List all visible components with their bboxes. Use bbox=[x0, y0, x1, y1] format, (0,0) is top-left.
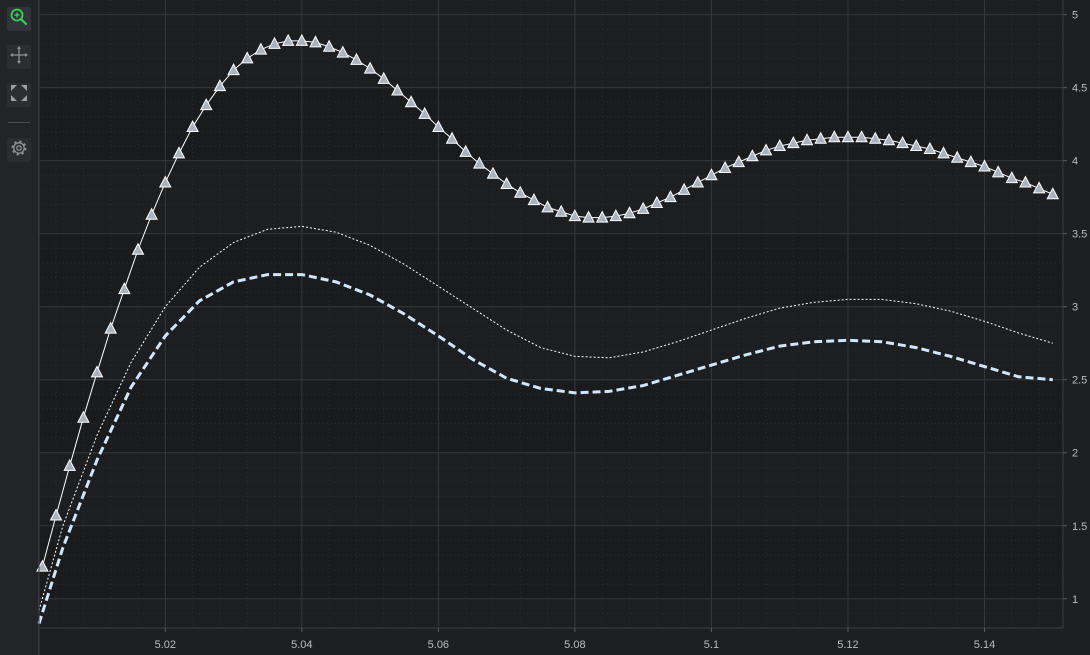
y-tick-label: 1 bbox=[1072, 594, 1078, 606]
y-tick-label: 3 bbox=[1072, 302, 1078, 314]
x-tick-label: 5.06 bbox=[428, 639, 449, 651]
y-tick-label: 3.5 bbox=[1072, 229, 1087, 241]
y-tick-label: 1.5 bbox=[1072, 521, 1087, 533]
plot-bands bbox=[39, 0, 1063, 628]
x-tick-label: 5.08 bbox=[564, 639, 585, 651]
x-tick-label: 5.02 bbox=[155, 639, 176, 651]
y-tick-label: 2.5 bbox=[1072, 375, 1087, 387]
y-tick-label: 5 bbox=[1072, 10, 1078, 22]
x-tick-label: 5.14 bbox=[974, 639, 995, 651]
y-tick-label: 4 bbox=[1072, 156, 1078, 168]
y-tick-label: 4.5 bbox=[1072, 83, 1087, 95]
x-tick-label: 5.1 bbox=[704, 639, 719, 651]
y-tick-label: 2 bbox=[1072, 448, 1078, 460]
x-tick-label: 5.12 bbox=[837, 639, 858, 651]
line-chart[interactable]: 5.02 5.04 5.06 5.08 5.1 5.12 5.14 1 1.5 2 2.5 3 3.5 4… bbox=[0, 0, 1090, 655]
x-tick-label: 5.04 bbox=[291, 639, 312, 651]
